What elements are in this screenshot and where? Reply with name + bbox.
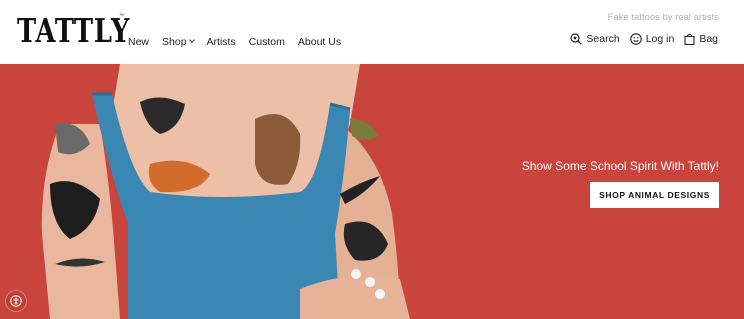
login-button[interactable]: Log in	[629, 33, 675, 45]
nav-new[interactable]: New	[128, 35, 149, 49]
search-button[interactable]: Search	[570, 33, 620, 45]
site-header: TATTLY ™ New Shop Artists Custom About U…	[0, 0, 744, 64]
tagline: Fake tattoos by real artists	[607, 12, 719, 23]
search-icon	[570, 33, 583, 45]
nav-artists-label: Artists	[206, 36, 236, 48]
logo-trademark: ™	[119, 13, 124, 19]
bag-button[interactable]: Bag	[684, 33, 718, 45]
nav-artists[interactable]: Artists	[207, 35, 236, 49]
leaf-tattoo	[350, 119, 378, 140]
nav-shop[interactable]: Shop	[162, 35, 195, 49]
utility-nav: Search Log in Bag	[560, 33, 718, 45]
fingernail	[351, 269, 361, 279]
shop-animal-designs-button[interactable]: SHOP ANIMAL DESIGNS	[590, 182, 719, 208]
search-label: Search	[586, 33, 620, 45]
nav-about-us[interactable]: About Us	[298, 35, 341, 49]
nav-about-us-label: About Us	[297, 36, 342, 48]
bag-icon	[684, 33, 695, 45]
nav-custom-label: Custom	[248, 36, 285, 48]
nav-custom[interactable]: Custom	[249, 35, 285, 49]
login-label: Log in	[645, 33, 675, 45]
nav-new-label: New	[128, 36, 150, 48]
accessibility-icon	[10, 295, 22, 307]
logo-wordmark: TATTLY	[17, 10, 131, 50]
fingernail	[375, 289, 385, 299]
hero-cta: Show Some School Spirit With Tattly! SHO…	[522, 159, 719, 208]
chevron-down-icon	[188, 37, 195, 43]
bear-tattoo	[255, 114, 301, 185]
fingernail	[365, 277, 375, 287]
nav-shop-label: Shop	[162, 36, 187, 48]
hero-heading: Show Some School Spirit With Tattly!	[521, 159, 719, 173]
hero-banner: Show Some School Spirit With Tattly! SHO…	[0, 64, 744, 319]
bag-label: Bag	[699, 33, 718, 45]
main-nav: New Shop Artists Custom About Us	[128, 35, 354, 49]
accessibility-button[interactable]	[5, 290, 27, 312]
smiley-icon	[629, 33, 642, 45]
